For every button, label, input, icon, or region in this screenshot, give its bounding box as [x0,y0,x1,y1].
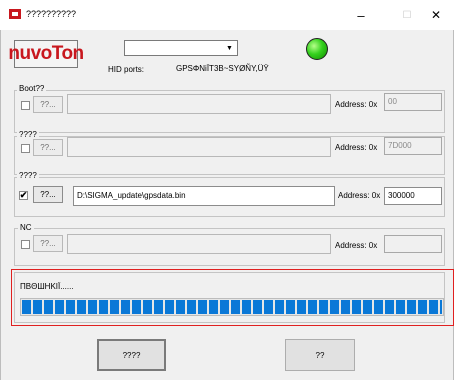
nc-group-label: NC [18,223,34,233]
minimize-button[interactable]: – [338,0,384,30]
region-2-path-field[interactable] [67,137,331,157]
region-2-address-label: Address: 0x [335,143,378,152]
close-button[interactable]: ✕ [418,0,454,30]
boot-group-label: Boot?? [17,84,47,94]
app-icon [9,9,21,19]
hid-ports-label: HID ports: [108,65,145,74]
check-icon: ✔ [19,190,28,200]
boot-checkbox[interactable] [21,101,30,110]
nc-address-field[interactable] [384,235,442,253]
start-button[interactable]: ???? [97,339,166,371]
region-3-address-label: Address: 0x [338,191,381,200]
hid-port-select[interactable]: ▼ [124,40,238,56]
nuvoton-logo: nuvoTon [8,40,84,68]
boot-address-field[interactable]: 00 [384,93,442,111]
exit-button[interactable]: ?? [285,339,355,371]
chevron-down-icon[interactable]: ▼ [223,42,236,54]
nc-path-field[interactable] [67,234,331,254]
hid-port-value: GPSΦNiÏT3B~SYØÑY,ÜŸ [176,64,269,73]
boot-address-label: Address: 0x [335,100,378,109]
nc-browse-button[interactable]: ??... [33,235,63,252]
region-2-address-field[interactable]: 7D000 [384,137,442,155]
region-3-path-field[interactable]: D:\SIGMA_update\gpsdata.bin [73,186,335,206]
region-2-browse-button[interactable]: ??... [33,139,63,156]
region-2-checkbox[interactable] [21,144,30,153]
region-3-checkbox[interactable]: ✔ [19,191,28,200]
nc-checkbox[interactable] [21,240,30,249]
nc-address-label: Address: 0x [335,241,378,250]
boot-path-field[interactable] [67,94,331,114]
region-3-browse-button[interactable]: ??... [33,186,63,203]
region-3-address-field[interactable]: 300000 [384,187,442,205]
status-led-icon [306,38,328,60]
region-3-group-label: ???? [17,171,39,181]
title-bar: ?????????? – ☐ ✕ [0,0,454,30]
window-title: ?????????? [26,9,77,19]
highlight-annotation [11,269,454,326]
boot-browse-button[interactable]: ??... [33,96,63,113]
